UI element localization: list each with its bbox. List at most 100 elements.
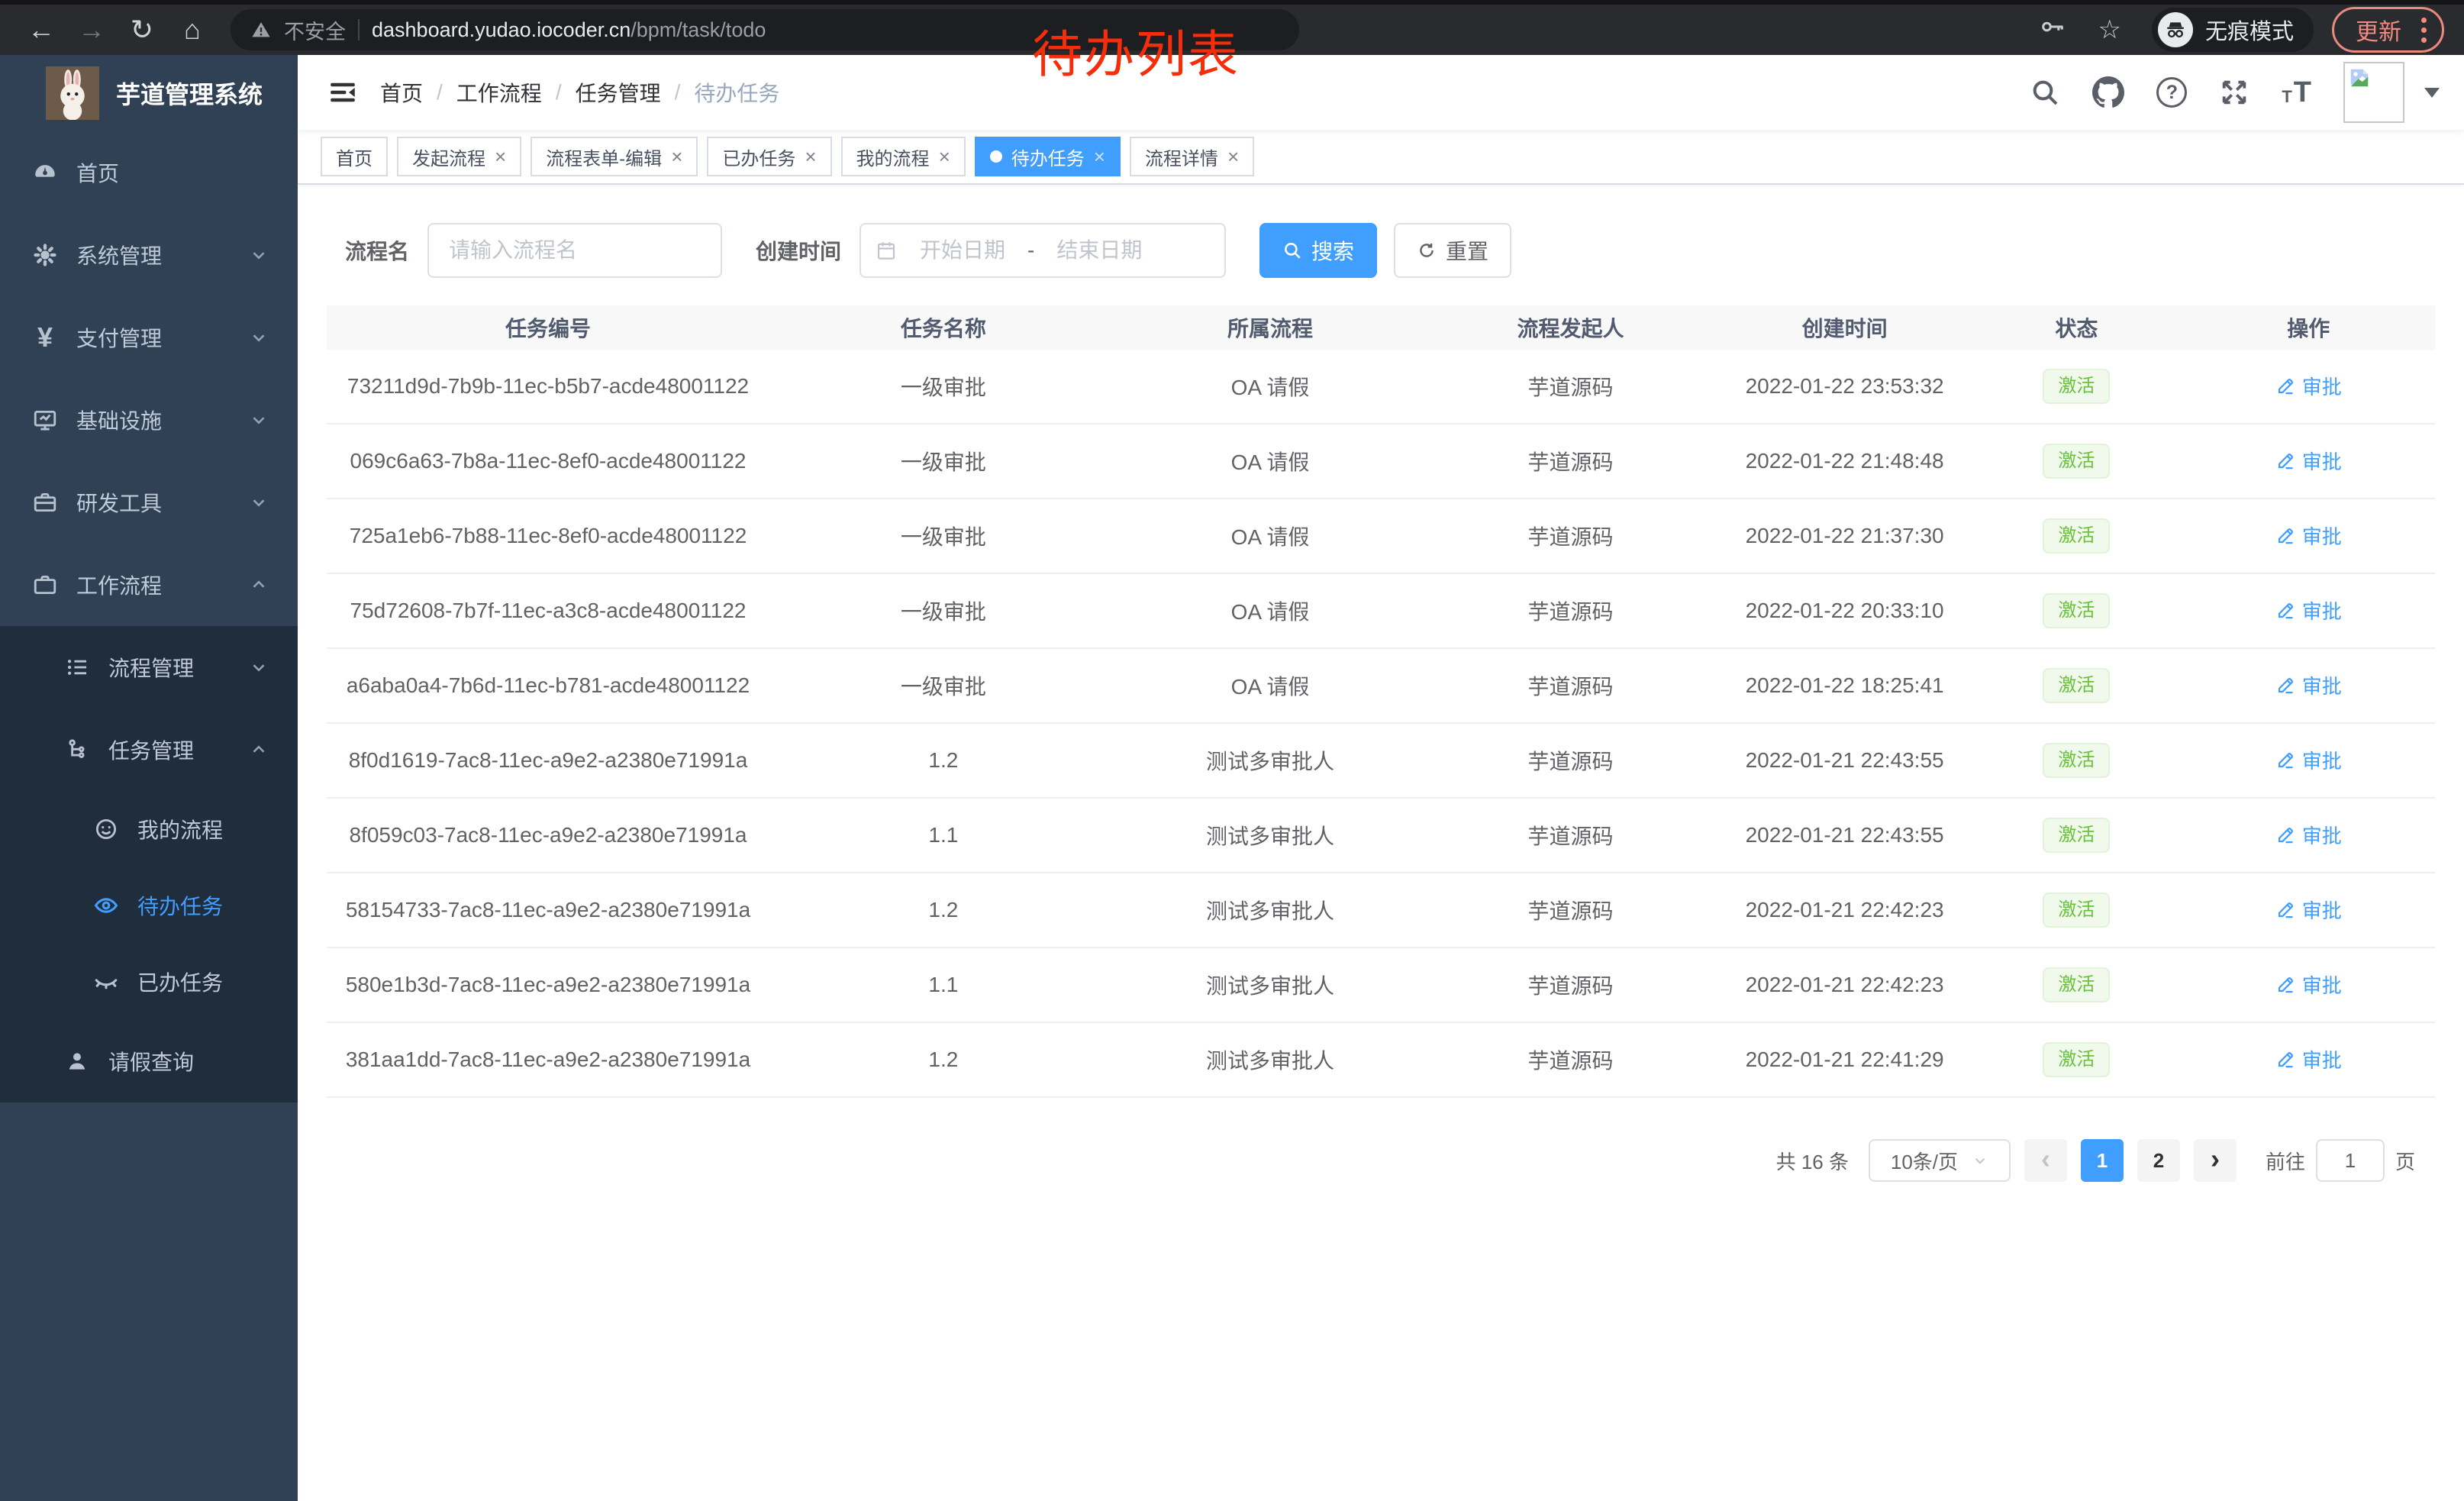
approve-button[interactable]: 审批 <box>2275 970 2342 999</box>
top-navbar: 首页/工作流程/任务管理/待办任务 ? TT <box>298 55 2464 130</box>
cell-创建时间: 2022-01-22 21:37:30 <box>1718 524 1971 548</box>
search-icon[interactable] <box>2030 77 2060 108</box>
breadcrumb-item-2[interactable]: 任务管理 <box>576 77 661 108</box>
breadcrumb-separator: / <box>556 80 562 105</box>
cell-actions: 审批 <box>2182 1045 2435 1075</box>
tab-2[interactable]: 流程表单-编辑× <box>531 137 698 176</box>
chevron-down-icon <box>249 492 269 512</box>
cell-所属流程: 测试多审批人 <box>1118 745 1423 776</box>
process-name-input[interactable] <box>447 237 702 263</box>
sidebar-collapse-icon[interactable] <box>327 76 359 108</box>
bookmark-star-icon[interactable]: ☆ <box>2098 15 2121 45</box>
browser-forward-icon[interactable]: → <box>70 16 113 44</box>
cell-任务编号: 8f0d1619-7ac8-11ec-a9e2-a2380e71991a <box>327 748 769 773</box>
sidebar-item-8[interactable]: 我的流程 <box>0 791 298 867</box>
sidebar-item-6[interactable]: 流程管理 <box>0 626 298 709</box>
tab-3[interactable]: 已办任务× <box>707 137 831 176</box>
browser-menu-icon[interactable] <box>2421 18 2427 43</box>
tab-label: 流程详情 <box>1145 144 1218 170</box>
font-size-icon[interactable]: TT <box>2282 79 2311 105</box>
avatar-caret-icon[interactable] <box>2424 88 2440 98</box>
cell-actions: 审批 <box>2182 970 2435 1000</box>
sidebar-item-label: 我的流程 <box>137 814 223 844</box>
approve-button[interactable]: 审批 <box>2275 521 2342 550</box>
close-tab-icon[interactable]: × <box>939 147 950 166</box>
sidebar-item-3[interactable]: 基础设施 <box>0 379 298 461</box>
start-date-input[interactable] <box>905 237 1020 263</box>
chevron-down-icon <box>1972 1152 1988 1169</box>
approve-button[interactable]: 审批 <box>2275 821 2342 849</box>
page-button-2[interactable]: 2 <box>2137 1139 2180 1182</box>
end-date-input[interactable] <box>1042 237 1156 263</box>
cell-任务编号: 58154733-7ac8-11ec-a9e2-a2380e71991a <box>327 898 769 922</box>
sidebar-item-9[interactable]: 待办任务 <box>0 867 298 944</box>
cell-任务名称: 一级审批 <box>769 371 1118 402</box>
tab-5[interactable]: 待办任务× <box>975 137 1121 176</box>
url-host: dashboard.yudao.iocoder.cn <box>372 18 631 42</box>
app-logo-row[interactable]: 芋道管理系统 <box>0 55 298 131</box>
page-size-select[interactable]: 10条/页 <box>1869 1139 2011 1182</box>
chevron-up-icon <box>249 740 269 760</box>
tab-1[interactable]: 发起流程× <box>397 137 521 176</box>
cell-status: 激活 <box>1971 893 2182 928</box>
search-button[interactable]: 搜索 <box>1259 223 1377 278</box>
goto-page-input[interactable] <box>2316 1139 2385 1182</box>
next-page-button[interactable]: › <box>2194 1139 2237 1182</box>
github-icon[interactable] <box>2092 76 2124 108</box>
approve-button[interactable]: 审批 <box>2275 746 2342 774</box>
approve-button[interactable]: 审批 <box>2275 896 2342 924</box>
approve-button[interactable]: 审批 <box>2275 671 2342 699</box>
tab-label: 我的流程 <box>856 144 930 170</box>
date-range-field: - <box>859 223 1226 278</box>
cell-任务编号: 725a1eb6-7b88-11ec-8ef0-acde48001122 <box>327 524 769 548</box>
cell-actions: 审批 <box>2182 372 2435 402</box>
table-row-6: 8f059c03-7ac8-11ec-a9e2-a2380e71991a1.1测… <box>327 799 2435 873</box>
date-range-separator: - <box>1027 238 1034 263</box>
eye-closed-icon <box>89 969 124 995</box>
browser-update-button[interactable]: 更新 <box>2332 7 2444 53</box>
cell-status: 激活 <box>1971 444 2182 479</box>
avatar[interactable] <box>2343 62 2404 123</box>
approve-button[interactable]: 审批 <box>2275 447 2342 475</box>
approve-button[interactable]: 审批 <box>2275 596 2342 625</box>
column-header-2: 所属流程 <box>1118 312 1423 343</box>
browser-reload-icon[interactable]: ↻ <box>121 16 163 44</box>
cell-status: 激活 <box>1971 743 2182 778</box>
password-key-icon[interactable] <box>2039 13 2066 47</box>
sidebar-item-4[interactable]: 研发工具 <box>0 461 298 544</box>
cell-任务编号: a6aba0a4-7b6d-11ec-b781-acde48001122 <box>327 673 769 698</box>
tab-0[interactable]: 首页 <box>321 137 388 176</box>
page-button-1[interactable]: 1 <box>2081 1139 2124 1182</box>
sidebar-item-label: 基础设施 <box>76 405 162 435</box>
reset-button[interactable]: 重置 <box>1394 223 1511 278</box>
sidebar-item-label: 工作流程 <box>76 570 162 600</box>
sidebar-item-2[interactable]: ¥支付管理 <box>0 296 298 379</box>
sidebar-item-10[interactable]: 已办任务 <box>0 944 298 1020</box>
close-tab-icon[interactable]: × <box>1227 147 1239 166</box>
sidebar-item-11[interactable]: 请假查询 <box>0 1020 298 1102</box>
browser-home-icon[interactable]: ⌂ <box>171 16 214 44</box>
approve-button[interactable]: 审批 <box>2275 1045 2342 1073</box>
breadcrumb-item-0[interactable]: 首页 <box>380 77 423 108</box>
help-icon[interactable]: ? <box>2156 77 2187 108</box>
close-tab-icon[interactable]: × <box>671 147 682 166</box>
table-row-7: 58154733-7ac8-11ec-a9e2-a2380e71991a1.2测… <box>327 873 2435 948</box>
sidebar-item-5[interactable]: 工作流程 <box>0 544 298 626</box>
breadcrumb-item-1[interactable]: 工作流程 <box>456 77 542 108</box>
sidebar-item-0[interactable]: 首页 <box>0 131 298 214</box>
tab-6[interactable]: 流程详情 × <box>1130 137 1254 176</box>
column-header-5: 状态 <box>1971 312 2182 343</box>
user-icon <box>60 1048 95 1074</box>
approve-button[interactable]: 审批 <box>2275 372 2342 400</box>
close-tab-icon[interactable]: × <box>805 147 816 166</box>
fullscreen-icon[interactable] <box>2219 77 2250 108</box>
close-tab-icon[interactable]: × <box>1094 147 1105 166</box>
cell-流程发起人: 芋道源码 <box>1423 670 1718 701</box>
pagination: 共 16 条 10条/页 ‹ 12 › 前往 页 <box>327 1139 2435 1182</box>
sidebar-item-1[interactable]: 系统管理 <box>0 214 298 296</box>
sidebar-item-7[interactable]: 任务管理 <box>0 709 298 791</box>
browser-back-icon[interactable]: ← <box>20 16 63 44</box>
prev-page-button[interactable]: ‹ <box>2024 1139 2067 1182</box>
close-tab-icon[interactable]: × <box>495 147 506 166</box>
tab-4[interactable]: 我的流程 × <box>841 137 966 176</box>
